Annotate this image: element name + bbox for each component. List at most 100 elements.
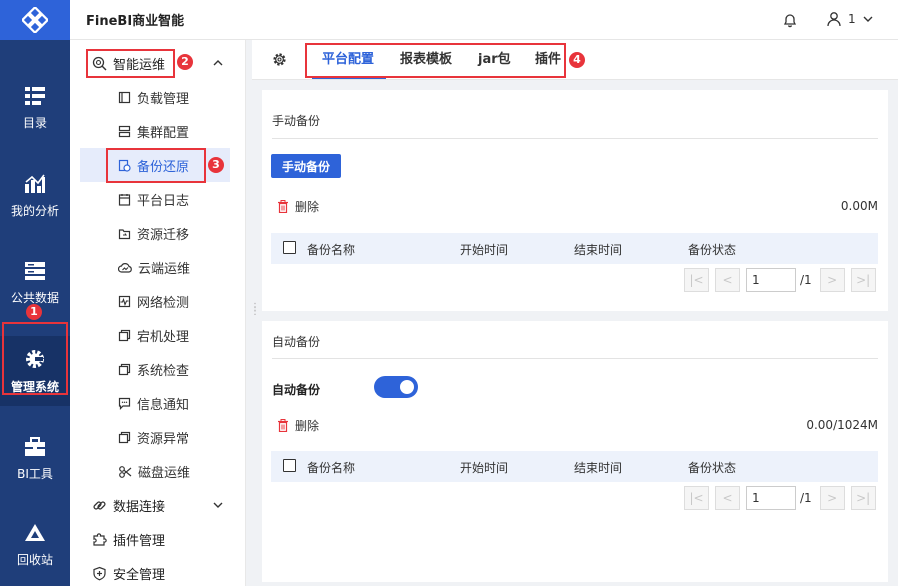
menu-item-notification[interactable]: 信息通知 — [80, 386, 230, 420]
step-marker-2: 2 — [177, 54, 193, 70]
delete-button[interactable]: 删除 — [277, 198, 319, 215]
delete-label: 删除 — [295, 419, 320, 433]
column-header-name: 备份名称 — [307, 243, 356, 257]
last-page-button[interactable]: >| — [850, 268, 876, 292]
settings-gear-icon[interactable] — [272, 52, 287, 67]
message-icon — [118, 397, 131, 410]
prev-page-button[interactable]: < — [715, 268, 740, 292]
select-all-checkbox[interactable] — [283, 459, 296, 472]
menu-item-label: 信息通知 — [137, 397, 190, 413]
secondary-menu: 智能运维 负载管理 集群配置 备份还原 平台日志 资源迁移 云端运维 网络检测 … — [70, 40, 246, 586]
column-header-name: 备份名称 — [307, 461, 356, 475]
page-number-input[interactable]: 1 — [746, 268, 796, 292]
top-header: FineBI商业智能 1 — [70, 0, 898, 40]
column-header-status: 备份状态 — [688, 461, 737, 475]
select-all-checkbox[interactable] — [283, 241, 296, 254]
rail-item-catalog[interactable]: 目录 — [0, 73, 70, 143]
cluster-icon — [118, 125, 131, 137]
next-page-button[interactable]: > — [819, 268, 845, 292]
user-menu[interactable]: 1 — [826, 11, 874, 27]
annotation-box-intelligent-ops — [86, 49, 175, 78]
menu-group-security-management[interactable]: 安全管理 — [70, 556, 246, 586]
recycle-icon — [25, 523, 45, 541]
panel-resize-handle[interactable]: ⋮ ⋮ — [250, 303, 260, 317]
auto-backup-label: 自动备份 — [272, 383, 321, 397]
menu-item-disk-ops[interactable]: 磁盘运维 — [80, 454, 230, 488]
delete-button[interactable]: 删除 — [277, 417, 319, 434]
cloud-icon — [118, 262, 132, 273]
section-title: 手动备份 — [272, 114, 321, 128]
next-page-button[interactable]: > — [819, 486, 845, 510]
menu-item-load-management[interactable]: 负载管理 — [80, 80, 230, 114]
prev-page-button[interactable]: < — [715, 486, 740, 510]
divider — [272, 358, 878, 359]
menu-item-label: 系统检查 — [137, 363, 190, 379]
log-icon — [118, 193, 131, 206]
menu-item-resource-migration[interactable]: 资源迁移 — [80, 216, 230, 250]
user-icon — [827, 12, 841, 27]
storage-size: 0.00/1024M — [806, 418, 878, 432]
first-page-button[interactable]: |< — [684, 486, 709, 510]
menu-item-crash-handling[interactable]: 宕机处理 — [80, 318, 230, 352]
analysis-icon — [25, 174, 45, 193]
menu-item-system-check[interactable]: 系统检查 — [80, 352, 230, 386]
menu-item-label: 磁盘运维 — [138, 465, 191, 481]
column-header-status: 备份状态 — [688, 243, 737, 257]
menu-item-label: 负载管理 — [137, 91, 190, 107]
rail-item-recycle-bin[interactable]: 回收站 — [0, 510, 70, 580]
step-marker-1: 1 — [26, 304, 42, 320]
shield-icon — [93, 566, 106, 580]
menu-item-platform-log[interactable]: 平台日志 — [80, 182, 230, 216]
toolbox-icon — [25, 436, 45, 456]
divider — [272, 138, 878, 139]
section-title: 自动备份 — [272, 335, 321, 349]
rail-item-label: 我的分析 — [10, 203, 59, 218]
trash-icon — [278, 200, 288, 213]
bell-icon[interactable] — [782, 12, 798, 28]
annotation-box-system-management — [2, 322, 68, 395]
menu-item-cloud-ops[interactable]: 云端运维 — [80, 250, 230, 284]
auto-backup-toggle[interactable] — [374, 376, 418, 398]
chevron-up-icon — [213, 60, 223, 66]
menu-item-label: 资源迁移 — [137, 227, 190, 243]
rail-item-label: 公共数据 — [10, 290, 59, 305]
app-title: FineBI商业智能 — [86, 14, 185, 29]
column-header-start-time: 开始时间 — [460, 243, 509, 257]
step-marker-4: 4 — [569, 52, 585, 68]
link-icon — [93, 500, 106, 510]
system-check-icon — [118, 363, 131, 375]
menu-group-label: 数据连接 — [113, 499, 166, 515]
first-page-button[interactable]: |< — [684, 268, 709, 292]
app-logo[interactable] — [0, 0, 70, 40]
page-number-input[interactable]: 1 — [746, 486, 796, 510]
menu-group-label: 插件管理 — [113, 533, 166, 549]
pagination: |< < 1 /1 > >| — [684, 268, 882, 292]
menu-item-resource-exception[interactable]: 资源异常 — [80, 420, 230, 454]
menu-item-label: 云端运维 — [138, 261, 191, 277]
chevron-down-icon — [213, 502, 223, 508]
last-page-button[interactable]: >| — [850, 486, 876, 510]
rail-item-my-analysis[interactable]: 我的分析 — [0, 161, 70, 231]
network-icon — [118, 295, 131, 307]
rail-item-bi-tools[interactable]: BI工具 — [0, 424, 70, 494]
menu-item-cluster-config[interactable]: 集群配置 — [80, 114, 230, 148]
manual-backup-button[interactable]: 手动备份 — [271, 154, 341, 178]
menu-item-network-check[interactable]: 网络检测 — [80, 284, 230, 318]
menu-group-data-connection[interactable]: 数据连接 — [70, 488, 246, 522]
resource-exception-icon — [118, 431, 131, 443]
load-icon — [118, 91, 131, 103]
rail-item-label: BI工具 — [17, 466, 53, 481]
column-header-end-time: 结束时间 — [574, 243, 623, 257]
disk-icon — [119, 465, 132, 478]
backup-table-header: 备份名称 开始时间 结束时间 备份状态 — [271, 233, 878, 264]
page-total: /1 — [800, 491, 812, 505]
menu-item-label: 资源异常 — [137, 431, 190, 447]
catalog-icon — [25, 86, 45, 105]
user-name: 1 — [848, 12, 856, 26]
menu-group-plugin-management[interactable]: 插件管理 — [70, 522, 246, 556]
step-marker-3: 3 — [208, 157, 224, 173]
menu-item-label: 集群配置 — [137, 125, 190, 141]
rail-item-label: 回收站 — [16, 552, 53, 567]
auto-backup-card: 自动备份 自动备份 删除 0.00/1024M 备份名称 开始时间 结束时间 备… — [262, 321, 888, 582]
rail-item-label: 目录 — [22, 115, 47, 130]
